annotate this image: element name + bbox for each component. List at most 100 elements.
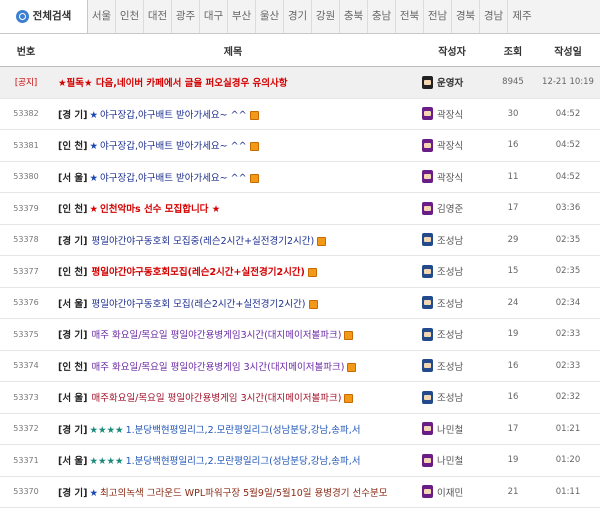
table-row[interactable]: 53382 [경 기] ★ 야구장갑,야구배트 받아가세요~ ^^ 곽장식 30 0…	[0, 98, 600, 130]
post-title-link[interactable]: 매주 화요일/목요일 평일야간용병게임3시간(대지메이저볼파크)	[91, 330, 341, 341]
notice-label: [공지]	[14, 78, 38, 89]
post-date: 04:52	[536, 129, 600, 162]
post-title-link[interactable]: 인천악마s 선수 모집합니다 ★	[100, 204, 220, 215]
post-date: 01:11	[536, 476, 600, 508]
view-count: 16	[490, 129, 536, 162]
post-date: 04:52	[536, 161, 600, 193]
member-avatar-icon	[422, 296, 433, 310]
post-title-link[interactable]: 1.분당백현평일리그,2.모란평일리그(성남분당,강남,송파,서	[126, 425, 361, 436]
region-tag: [경 기]	[58, 235, 88, 247]
tab-chungbuk[interactable]: 충북	[340, 0, 368, 33]
post-title-link[interactable]: 야구장갑,야구배트 받아가세요~ ^^	[100, 110, 247, 121]
post-list-table: 번호 제목 작성자 조회 작성일 [공지] ★필독★ 다음,네이버 카페에서 글…	[0, 34, 600, 508]
star-icon: ★★★★	[89, 456, 124, 468]
table-row[interactable]: 53370 [경 기] ★ 최고의녹색 그라운드 WPL파워구장 5월9일/5월10…	[0, 476, 600, 508]
post-title-link[interactable]: 최고의녹색 그라운드 WPL파워구장 5월9일/5월10일 용병경기 선수분모	[100, 488, 387, 499]
author-name[interactable]: 조성남	[437, 236, 463, 247]
new-post-icon	[344, 394, 354, 404]
tab-chungnam[interactable]: 충남	[368, 0, 396, 33]
tab-all-search[interactable]: 전체검색	[0, 0, 88, 33]
author-name[interactable]: 조성남	[437, 299, 463, 310]
post-date: 02:33	[536, 350, 600, 382]
tab-gyeongnam[interactable]: 경남	[480, 0, 508, 33]
table-row[interactable]: 53376 [서 울] 평일야간야구동호회 모집(레슨2시간+실전경기2시간) 조…	[0, 287, 600, 319]
post-date: 02:35	[536, 255, 600, 288]
author-name[interactable]: 조성남	[437, 393, 463, 404]
post-title-link[interactable]: ★필독★ 다음,네이버 카페에서 글을 퍼오실경우 유의사항	[58, 78, 287, 89]
new-post-icon	[249, 173, 259, 183]
post-title-link[interactable]: 평일야간야구동호회 모집중(레슨2시간+실전경기2시간)	[91, 236, 314, 247]
region-tag: [경 기]	[58, 330, 88, 342]
region-tag: [경 기]	[58, 424, 88, 436]
table-row[interactable]: 53381 [인 천] ★ 야구장갑,야구배트 받아가세요~ ^^ 곽장식 16 0…	[0, 129, 600, 162]
region-tag: [인 천]	[58, 141, 88, 153]
table-row[interactable]: 53371 [서 울] ★★★★ 1.분당백현평일리그,2.모란평일리그(성남분당,…	[0, 444, 600, 477]
post-number: 53382	[0, 98, 52, 130]
table-row[interactable]: 53379 [인 천] ★ 인천악마s 선수 모집합니다 ★ 김영준 17 03:3…	[0, 192, 600, 225]
post-number: 53374	[0, 350, 52, 382]
post-title-link[interactable]: 야구장갑,야구배트 받아가세요~ ^^	[100, 173, 247, 184]
table-row[interactable]: 53375 [경 기] 매주 화요일/목요일 평일야간용병게임3시간(대지메이저볼…	[0, 318, 600, 351]
tab-gyeonggi[interactable]: 경기	[284, 0, 312, 33]
post-number: 53370	[0, 476, 52, 508]
post-date: 12-21 10:19	[536, 66, 600, 99]
author-name[interactable]: 곽장식	[437, 141, 463, 152]
tab-daejeon[interactable]: 대전	[144, 0, 172, 33]
author-name[interactable]: 나민철	[437, 456, 463, 467]
member-avatar-icon	[422, 422, 433, 436]
post-number: 53373	[0, 381, 52, 414]
star-icon: ★	[89, 204, 99, 216]
table-row[interactable]: 53374 [인 천] 매주 화요일/목요일 평일야간용병게임 3시간(대지메이저…	[0, 350, 600, 382]
tab-jeonbuk[interactable]: 전북	[396, 0, 424, 33]
tab-busan[interactable]: 부산	[228, 0, 256, 33]
author-name[interactable]: 김영준	[437, 204, 463, 215]
new-post-icon	[347, 362, 357, 372]
view-count: 17	[490, 192, 536, 225]
tab-all-search-label: 전체검색	[32, 10, 72, 22]
table-row[interactable]: 53373 [서 울] 매주화요일/목요일 평일야간용병게임 3시간(대지메이저볼…	[0, 381, 600, 414]
table-row[interactable]: 53380 [서 울] ★ 야구장갑,야구배트 받아가세요~ ^^ 곽장식 11 0…	[0, 161, 600, 193]
tab-incheon[interactable]: 인천	[116, 0, 144, 33]
post-title-link[interactable]: 1.분당백현평일리그,2.모란평일리그(성남분당,강남,송파,서	[126, 456, 361, 467]
tab-daegu[interactable]: 대구	[200, 0, 228, 33]
author-name[interactable]: 이재민	[437, 488, 463, 499]
member-avatar-icon	[422, 170, 433, 184]
post-title-link[interactable]: 야구장갑,야구배트 받아가세요~ ^^	[100, 141, 247, 152]
tab-jeonnam[interactable]: 전남	[424, 0, 452, 33]
tab-gyeongbuk[interactable]: 경북	[452, 0, 480, 33]
post-number: 53379	[0, 192, 52, 225]
table-row[interactable]: 53378 [경 기] 평일야간야구동호회 모집중(레슨2시간+실전경기2시간) …	[0, 224, 600, 256]
new-post-icon	[307, 268, 317, 278]
post-title-link[interactable]: 평일야간야구동호회 모집(레슨2시간+실전경기2시간)	[91, 299, 305, 310]
table-row[interactable]: 53377 [인 천] 평일야간야구동호회모집(레슨2시간+실전경기2시간) 조성…	[0, 255, 600, 288]
author-name[interactable]: 곽장식	[437, 173, 463, 184]
column-header-author: 작성자	[414, 34, 490, 67]
new-post-icon	[344, 331, 354, 341]
author-name[interactable]: 조성남	[437, 330, 463, 341]
post-title-link[interactable]: 평일야간야구동호회모집(레슨2시간+실전경기2시간)	[91, 267, 304, 278]
region-tag: [인 천]	[58, 204, 88, 216]
tab-gwangju[interactable]: 광주	[172, 0, 200, 33]
post-number: 53371	[0, 444, 52, 477]
region-tag: [서 울]	[58, 172, 88, 184]
author-name[interactable]: 조성남	[437, 267, 463, 278]
author-name[interactable]: 곽장식	[437, 110, 463, 121]
author-name[interactable]: 조성남	[437, 362, 463, 373]
post-title-link[interactable]: 매주 화요일/목요일 평일야간용병게임 3시간(대지메이저볼파크)	[91, 362, 344, 373]
author-name[interactable]: 운영자	[437, 78, 463, 89]
post-date: 02:32	[536, 381, 600, 414]
author-name[interactable]: 나민철	[437, 425, 463, 436]
tab-gangwon[interactable]: 강원	[312, 0, 340, 33]
post-number: 53376	[0, 287, 52, 319]
member-avatar-icon	[422, 453, 433, 467]
region-tab-bar: 전체검색 서울 인천 대전 광주 대구 부산 울산 경기 강원 충북 충남 전북…	[0, 0, 600, 34]
member-avatar-icon	[422, 138, 433, 152]
tab-jeju[interactable]: 제주	[508, 0, 536, 33]
post-title-link[interactable]: 매주화요일/목요일 평일야간용병게임 3시간(대지메이저볼파크)	[91, 393, 341, 404]
new-post-icon	[317, 236, 327, 246]
notice-row[interactable]: [공지] ★필독★ 다음,네이버 카페에서 글을 퍼오실경우 유의사항 운영자 …	[0, 66, 600, 99]
new-post-icon	[249, 142, 259, 152]
member-avatar-icon	[422, 485, 433, 499]
tab-seoul[interactable]: 서울	[88, 0, 116, 33]
tab-ulsan[interactable]: 울산	[256, 0, 284, 33]
